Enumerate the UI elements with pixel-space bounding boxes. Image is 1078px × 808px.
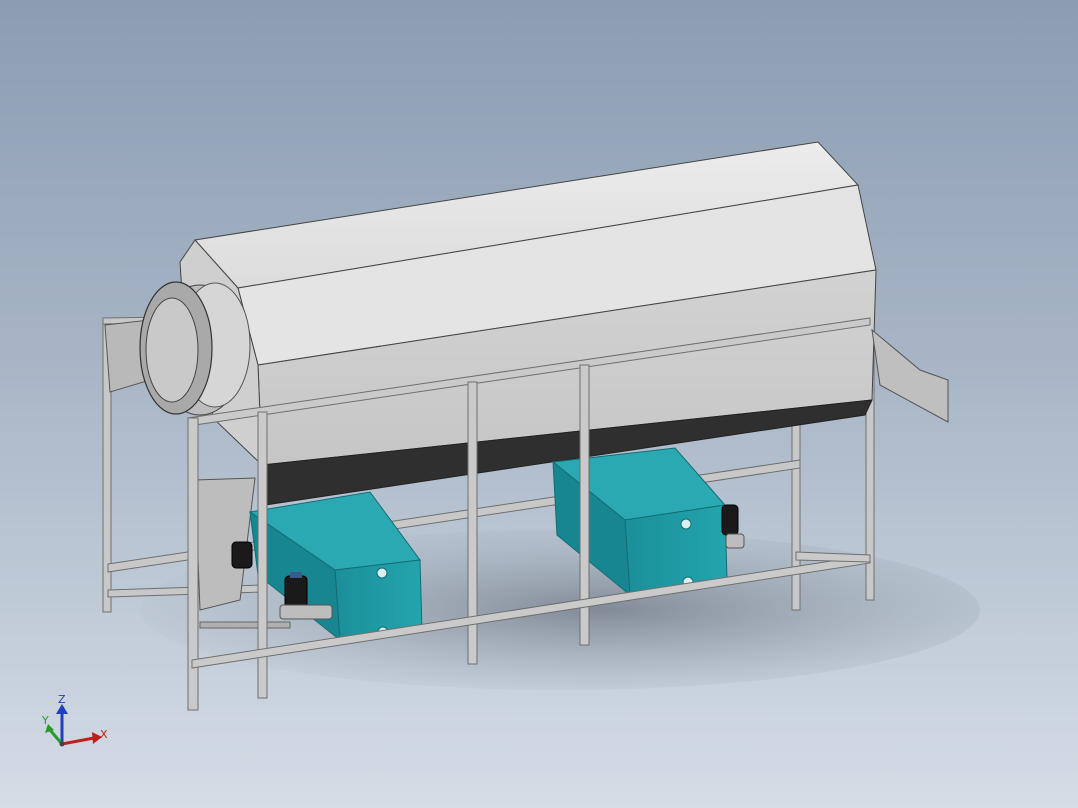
coordinate-triad-icon: Z Y X [41, 693, 108, 747]
outlet-chute [871, 328, 949, 423]
triad-x-label: X [100, 728, 108, 741]
triad-z-label: Z [58, 693, 66, 706]
pump-2 [231, 541, 253, 569]
triad-y-label: Y [41, 714, 49, 727]
model-3d-view[interactable]: Z Y X [0, 0, 1078, 808]
inlet-ring [139, 281, 251, 416]
graphics-viewport[interactable]: Z Y X [0, 0, 1078, 808]
